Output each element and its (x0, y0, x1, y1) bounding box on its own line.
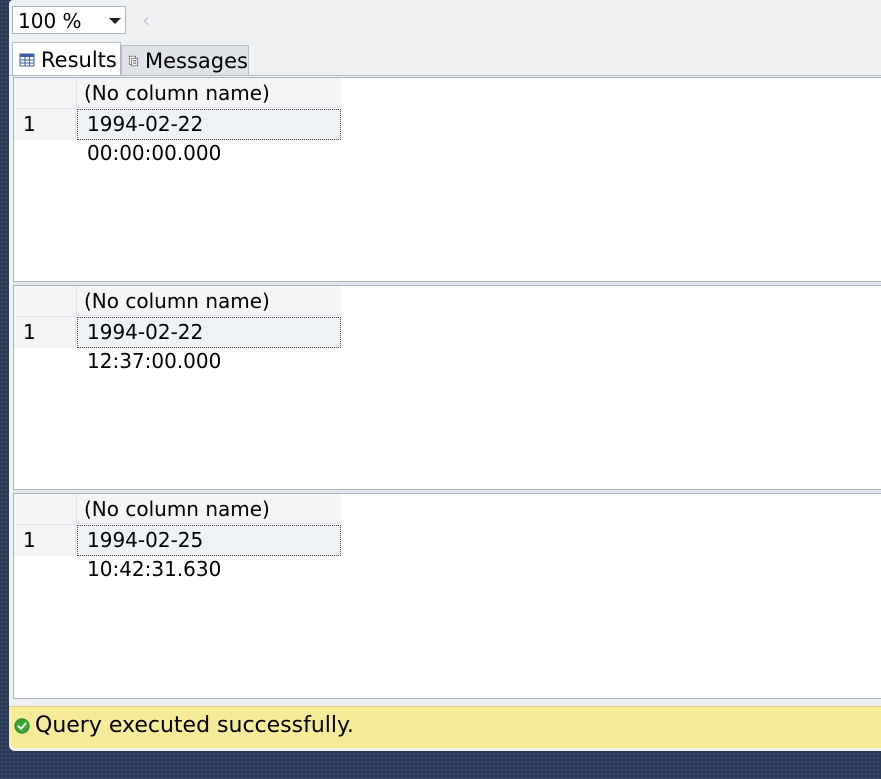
tab-results[interactable]: Results (12, 42, 121, 76)
row-header-corner[interactable] (14, 286, 77, 317)
column-header[interactable]: (No column name) (77, 286, 341, 316)
grid-cell[interactable]: 1994-02-22 12:37:00.000 (77, 317, 341, 373)
tab-divider (9, 75, 881, 76)
grid-cell[interactable]: 1994-02-22 00:00:00.000 (77, 109, 341, 165)
results-window: 100 % ‹ Results Messages (No column name… (9, 0, 881, 751)
column-header[interactable]: (No column name) (77, 78, 341, 108)
row-number[interactable]: 1 (14, 317, 76, 348)
zoom-value: 100 % (18, 9, 82, 33)
tab-results-label: Results (41, 47, 117, 72)
row-header-corner[interactable] (14, 78, 77, 109)
tab-messages[interactable]: Messages (121, 45, 249, 76)
column-header[interactable]: (No column name) (77, 494, 341, 524)
scroll-left-icon[interactable]: ‹ (142, 8, 150, 32)
status-text: Query executed successfully. (35, 713, 354, 738)
status-bar: Query executed successfully. (9, 706, 881, 748)
check-circle-icon (14, 718, 30, 734)
row-number[interactable]: 1 (14, 109, 76, 140)
messages-icon (129, 55, 138, 67)
zoom-toolbar: 100 % ‹ (9, 5, 881, 37)
chevron-down-icon[interactable] (109, 18, 121, 24)
result-tabs: Results Messages (9, 42, 881, 76)
result-grid-3[interactable]: (No column name) 1 1994-02-25 10:42:31.6… (13, 493, 881, 699)
grid-cell[interactable]: 1994-02-25 10:42:31.630 (77, 525, 341, 581)
result-grid-1[interactable]: (No column name) 1 1994-02-22 00:00:00.0… (13, 77, 881, 282)
result-grid-2[interactable]: (No column name) 1 1994-02-22 12:37:00.0… (13, 285, 881, 490)
tab-messages-label: Messages (145, 49, 248, 73)
zoom-select[interactable]: 100 % (12, 6, 126, 34)
grid-icon (19, 53, 35, 66)
row-header-corner[interactable] (14, 494, 77, 525)
row-number[interactable]: 1 (14, 525, 76, 556)
